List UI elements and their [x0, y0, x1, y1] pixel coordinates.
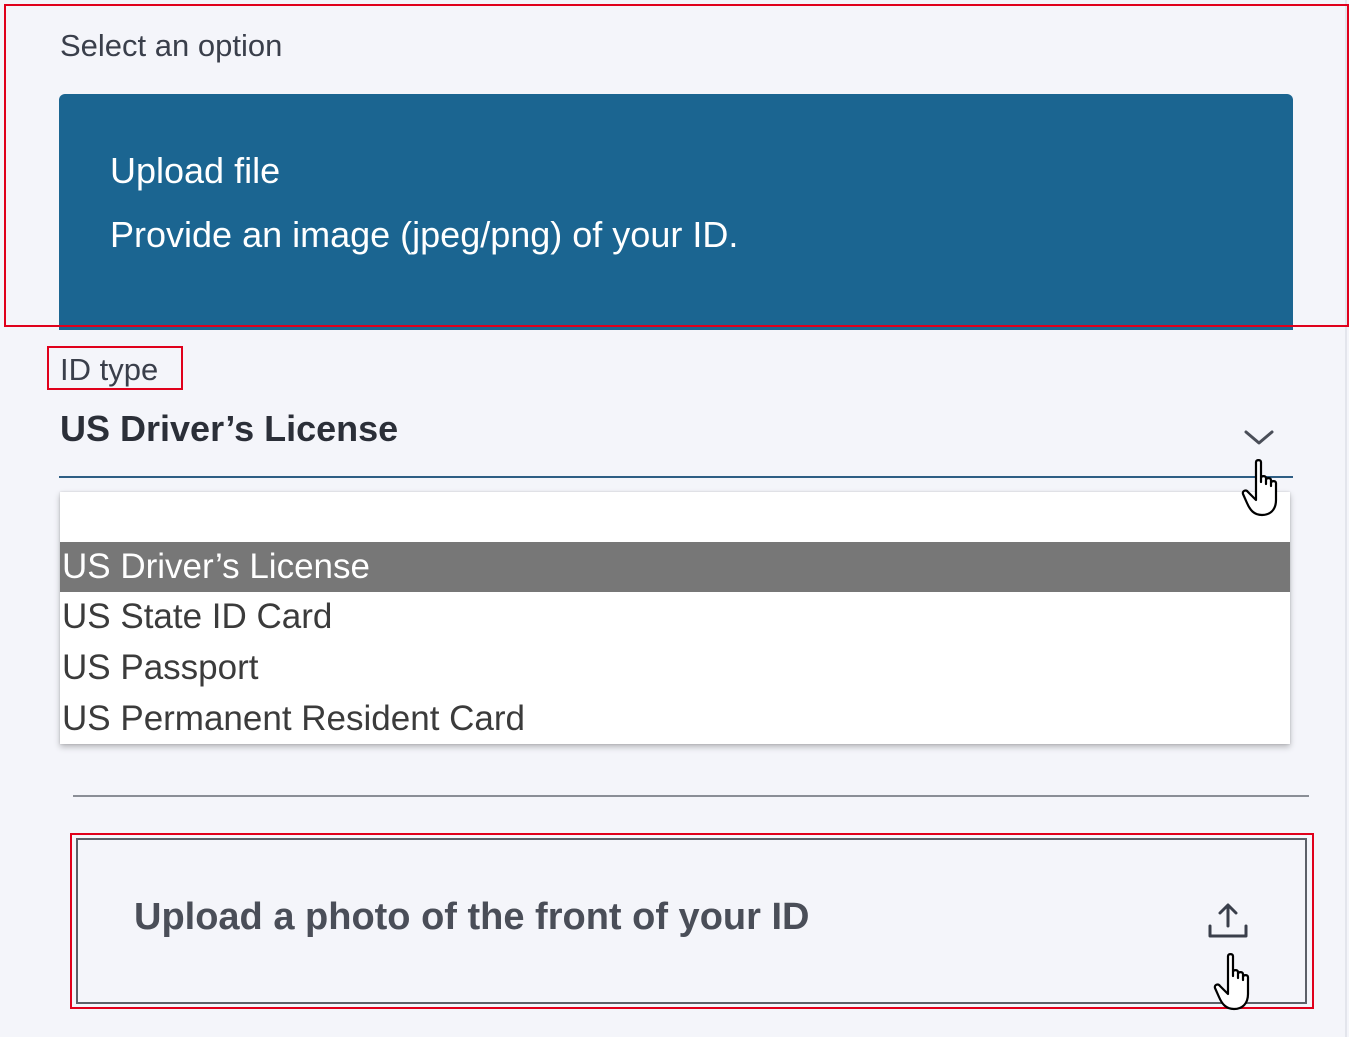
upload-file-option-card[interactable]	[59, 94, 1293, 330]
dropdown-option-passport[interactable]: US Passport	[60, 643, 1290, 693]
hand-pointer-cursor-icon	[1213, 953, 1250, 1011]
dropdown-option-state-id-card[interactable]: US State ID Card	[60, 592, 1290, 642]
hand-pointer-cursor-icon	[1241, 459, 1278, 517]
option-card-description: Provide an image (jpeg/png) of your ID.	[110, 214, 739, 255]
dropdown-option-empty[interactable]	[60, 492, 1290, 542]
select-underline	[59, 476, 1293, 478]
dropdown-option-drivers-license[interactable]: US Driver’s License	[60, 542, 1290, 592]
option-card-title: Upload file	[110, 150, 281, 191]
select-option-label: Select an option	[60, 28, 283, 63]
upload-icon[interactable]	[1206, 900, 1250, 942]
page-edge-divider	[1345, 0, 1347, 1037]
id-type-select-value[interactable]: US Driver’s License	[60, 408, 398, 450]
id-type-label: ID type	[60, 352, 159, 387]
chevron-down-icon[interactable]	[1242, 426, 1276, 448]
section-divider	[73, 795, 1309, 797]
upload-front-id-label: Upload a photo of the front of your ID	[134, 896, 810, 938]
dropdown-option-permanent-resident-card[interactable]: US Permanent Resident Card	[60, 694, 1290, 744]
id-type-dropdown-list: US Driver’s License US State ID Card US …	[60, 492, 1290, 744]
